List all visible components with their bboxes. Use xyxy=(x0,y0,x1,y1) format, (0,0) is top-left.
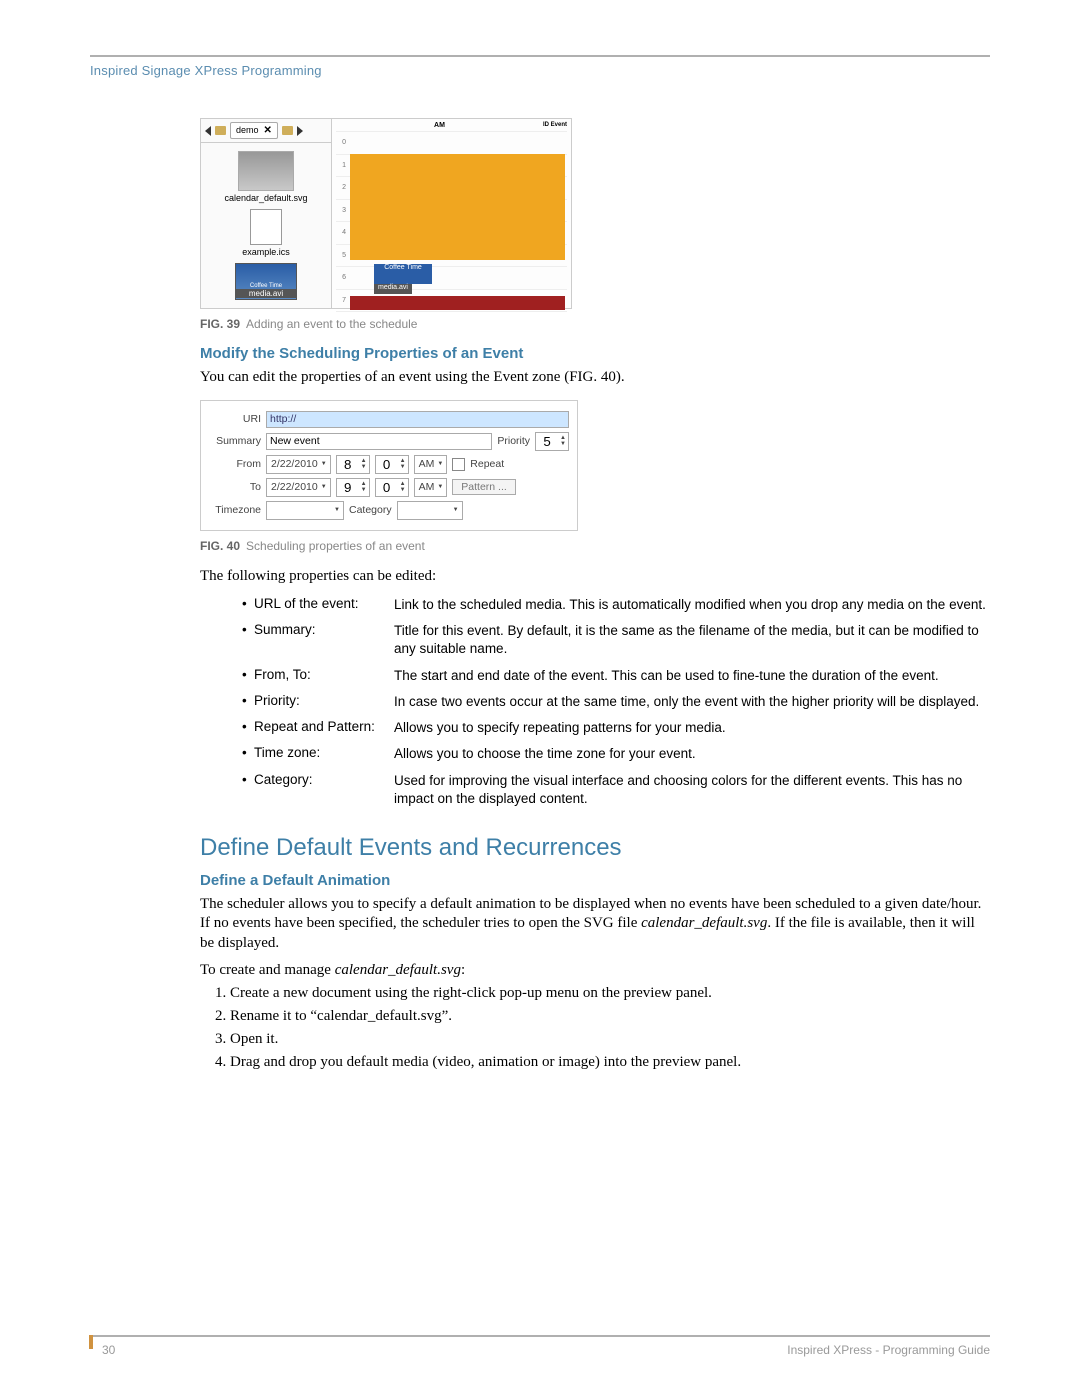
header-title: Inspired Signage XPress Programming xyxy=(90,63,990,78)
from-date[interactable]: 2/22/2010▼ xyxy=(266,455,331,474)
summary-input[interactable] xyxy=(266,433,492,450)
pattern-button[interactable]: Pattern ... xyxy=(452,479,516,495)
summary-label: Summary xyxy=(209,435,261,447)
avi-filename: media.avi xyxy=(236,289,296,298)
to-ampm[interactable]: AM▼ xyxy=(414,478,448,497)
folder-open-icon xyxy=(282,126,293,135)
page-number: 30 xyxy=(102,1343,115,1357)
props-intro: The following properties can be edited: xyxy=(200,567,990,587)
section-modify-title: Modify the Scheduling Properties of an E… xyxy=(200,345,990,362)
fig40-caption: FIG. 40Scheduling properties of an event xyxy=(200,539,990,553)
steps-list: Create a new document using the right-cl… xyxy=(230,985,990,1071)
am-label: AM xyxy=(336,122,543,129)
section-modify-intro: You can edit the properties of an event … xyxy=(200,368,990,388)
file-ics-label: example.ics xyxy=(201,247,331,257)
file-nav-bar: demo ✕ xyxy=(201,119,331,143)
schedule-grid: 0 1 2 3 4 5 6 7 Coffee Time media.avi xyxy=(336,131,567,304)
to-label: To xyxy=(209,481,261,493)
uri-label: URI xyxy=(209,413,261,425)
property-list: •URL of the event:Link to the scheduled … xyxy=(242,596,990,808)
step-1: Create a new document using the right-cl… xyxy=(230,985,990,1002)
page-footer: 30 Inspired XPress - Programming Guide xyxy=(90,1335,990,1357)
to-min-spinner[interactable]: ▲▼ xyxy=(375,478,409,497)
from-ampm[interactable]: AM▼ xyxy=(414,455,448,474)
nav-tab: demo ✕ xyxy=(230,122,278,139)
category-dropdown[interactable]: ▼ xyxy=(397,501,463,520)
fig39-schedule-screenshot: demo ✕ calendar_default.svg example.ics … xyxy=(200,118,572,309)
event-block-large xyxy=(350,154,565,260)
step-2: Rename it to “calendar_default.svg”. xyxy=(230,1008,990,1025)
uri-input[interactable] xyxy=(266,411,569,428)
from-hour-spinner[interactable]: ▲▼ xyxy=(336,455,370,474)
timezone-label: Timezone xyxy=(209,504,261,516)
priority-spinner[interactable]: ▲▼ xyxy=(535,432,569,451)
timezone-dropdown[interactable]: ▼ xyxy=(266,501,344,520)
to-hour-spinner[interactable]: ▲▼ xyxy=(336,478,370,497)
fig39-caption: FIG. 39Adding an event to the schedule xyxy=(200,317,990,331)
thumb-avi: Coffee Time media.avi xyxy=(235,263,297,300)
id-event-label: ID Event xyxy=(543,122,567,129)
fig40-event-properties: URI Summary Priority ▲▼ From 2/22/2010▼ … xyxy=(200,400,578,531)
from-label: From xyxy=(209,458,261,470)
footer-title: Inspired XPress - Programming Guide xyxy=(787,1343,990,1357)
repeat-checkbox[interactable] xyxy=(452,458,465,471)
define-anim-para: The scheduler allows you to specify a de… xyxy=(200,895,990,954)
repeat-label: Repeat xyxy=(470,458,504,470)
folder-icon xyxy=(215,126,226,135)
category-label: Category xyxy=(349,504,392,516)
event-block-red xyxy=(350,296,565,310)
priority-label: Priority xyxy=(497,435,530,447)
event-block-coffee: Coffee Time xyxy=(374,264,432,284)
section-define-title: Define Default Events and Recurrences xyxy=(200,834,990,862)
to-date[interactable]: 2/22/2010▼ xyxy=(266,478,331,497)
step-3: Open it. xyxy=(230,1031,990,1048)
event-media-avi: media.avi xyxy=(374,284,412,294)
nav-fwd-icon xyxy=(297,126,303,136)
thumb-svg xyxy=(238,151,294,191)
section-define-sub: Define a Default Animation xyxy=(200,872,990,889)
file-svg-label: calendar_default.svg xyxy=(201,193,331,203)
define-anim-lead: To create and manage calendar_default.sv… xyxy=(200,961,990,981)
from-min-spinner[interactable]: ▲▼ xyxy=(375,455,409,474)
nav-back-icon xyxy=(205,126,211,136)
step-4: Drag and drop you default media (video, … xyxy=(230,1054,990,1071)
thumb-ics xyxy=(250,209,282,245)
